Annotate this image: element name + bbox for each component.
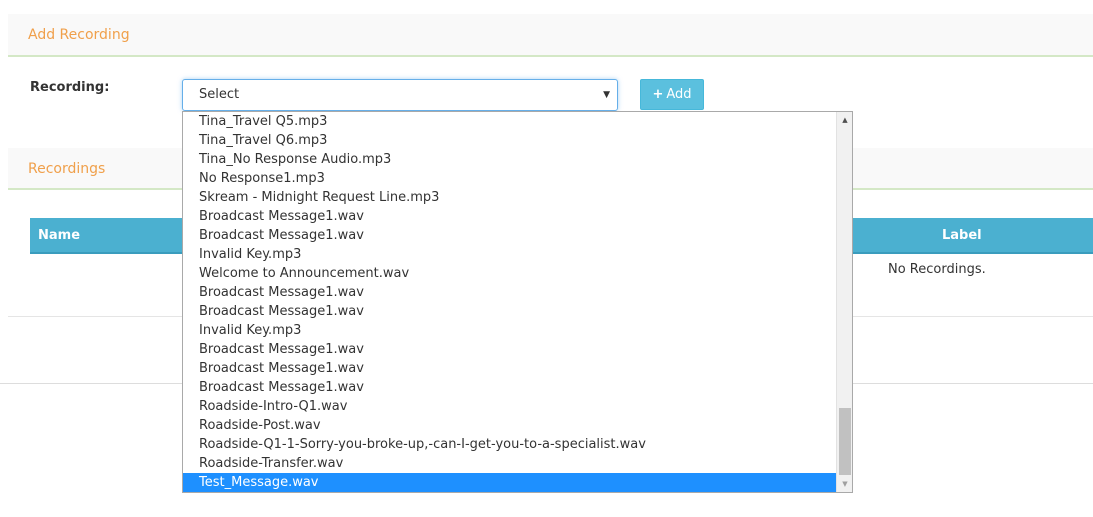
dropdown-option[interactable]: Invalid Key.mp3 — [183, 321, 836, 340]
recording-label: Recording: — [30, 80, 110, 95]
dropdown-option[interactable]: Broadcast Message1.wav — [183, 226, 836, 245]
dropdown-scrollbar[interactable]: ▲ ▼ — [836, 112, 852, 492]
dropdown-option[interactable]: Roadside-Post.wav — [183, 416, 836, 435]
dropdown-option[interactable]: Broadcast Message1.wav — [183, 302, 836, 321]
dropdown-option[interactable]: Skream - Midnight Request Line.mp3 — [183, 188, 836, 207]
recording-select-value: Select — [199, 87, 240, 102]
empty-table-message: No Recordings. — [888, 262, 986, 277]
dropdown-option[interactable]: Tina_Travel Q6.mp3 — [183, 131, 836, 150]
dropdown-option[interactable]: Roadside-Intro-Q1.wav — [183, 397, 836, 416]
triangle-down-icon: ▼ — [603, 90, 610, 100]
recording-select[interactable]: Select ▼ — [182, 79, 618, 111]
dropdown-option[interactable]: Broadcast Message1.wav — [183, 378, 836, 397]
dropdown-option[interactable]: Welcome to Announcement.wav — [183, 264, 836, 283]
add-recording-title: Add Recording — [28, 27, 130, 43]
dropdown-option[interactable]: Test_Message.wav — [183, 473, 836, 492]
add-button-label: Add — [666, 87, 692, 102]
recording-dropdown-list[interactable]: Tina_Travel Q5.mp3 Tina_Travel Q6.mp3 Tina… — [182, 111, 853, 493]
plus-icon: + — [652, 87, 664, 102]
dropdown-option[interactable]: No Response1.mp3 — [183, 169, 836, 188]
dropdown-option[interactable]: Broadcast Message1.wav — [183, 359, 836, 378]
dropdown-option[interactable]: Broadcast Message1.wav — [183, 207, 836, 226]
dropdown-options: Tina_Travel Q5.mp3 Tina_Travel Q6.mp3 Tina… — [183, 112, 836, 492]
column-header-label[interactable]: Label — [942, 218, 982, 254]
scroll-down-arrow-icon[interactable]: ▼ — [837, 476, 852, 492]
scrollbar-thumb[interactable] — [839, 408, 851, 475]
add-recording-button[interactable]: + Add — [640, 79, 704, 110]
dropdown-option[interactable]: Broadcast Message1.wav — [183, 340, 836, 359]
recordings-title: Recordings — [28, 161, 106, 177]
dropdown-option[interactable]: Tina_No Response Audio.mp3 — [183, 150, 836, 169]
dropdown-option[interactable]: Broadcast Message1.wav — [183, 283, 836, 302]
dropdown-option[interactable]: Roadside-Transfer.wav — [183, 454, 836, 473]
dropdown-option[interactable]: Invalid Key.mp3 — [183, 245, 836, 264]
scroll-up-arrow-icon[interactable]: ▲ — [837, 112, 852, 128]
column-header-name[interactable]: Name — [38, 218, 80, 254]
recordings-page: Add Recording Recording: Select ▼ + Add R… — [0, 0, 1093, 517]
dropdown-option[interactable]: Tina_Travel Q5.mp3 — [183, 112, 836, 131]
dropdown-option[interactable]: Roadside-Q1-1-Sorry-you-broke-up,-can-I-… — [183, 435, 836, 454]
add-recording-header: Add Recording — [8, 14, 1093, 57]
